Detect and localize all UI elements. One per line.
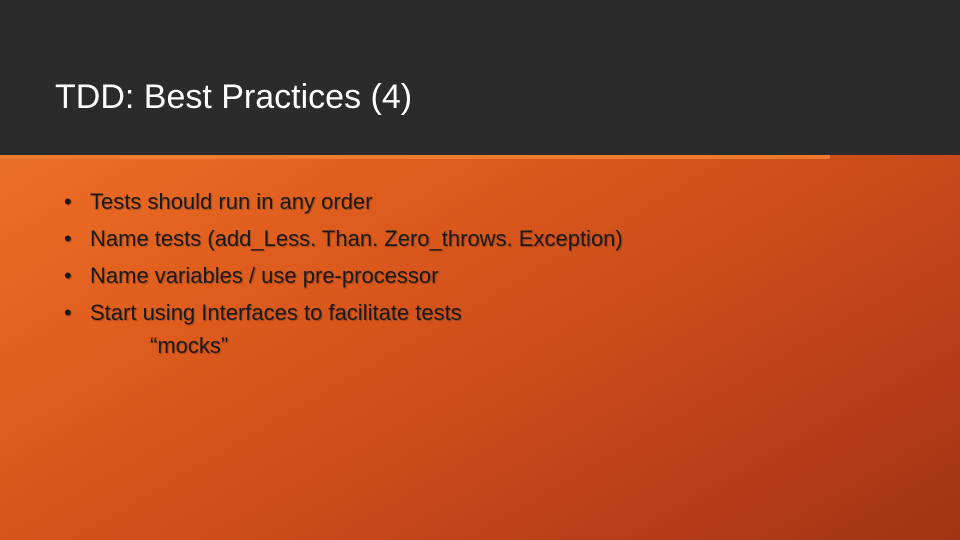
bullet-text: Name variables / use pre-processor — [90, 263, 438, 288]
list-item: Name tests (add_Less. Than. Zero_throws.… — [60, 222, 900, 255]
list-item: Name variables / use pre-processor — [60, 259, 900, 292]
bullet-text: Start using Interfaces to facilitate tes… — [90, 300, 462, 325]
accent-underline — [0, 155, 830, 159]
bullet-text: Tests should run in any order — [90, 189, 373, 214]
slide: TDD: Best Practices (4) Tests should run… — [0, 0, 960, 540]
list-item: Start using Interfaces to facilitate tes… — [60, 296, 900, 362]
bullet-text: Name tests (add_Less. Than. Zero_throws.… — [90, 226, 623, 251]
bullet-subtext: “mocks” — [90, 329, 900, 362]
slide-title: TDD: Best Practices (4) — [55, 78, 412, 117]
bullet-list: Tests should run in any order Name tests… — [60, 185, 900, 362]
list-item: Tests should run in any order — [60, 185, 900, 218]
slide-body: Tests should run in any order Name tests… — [60, 185, 900, 366]
